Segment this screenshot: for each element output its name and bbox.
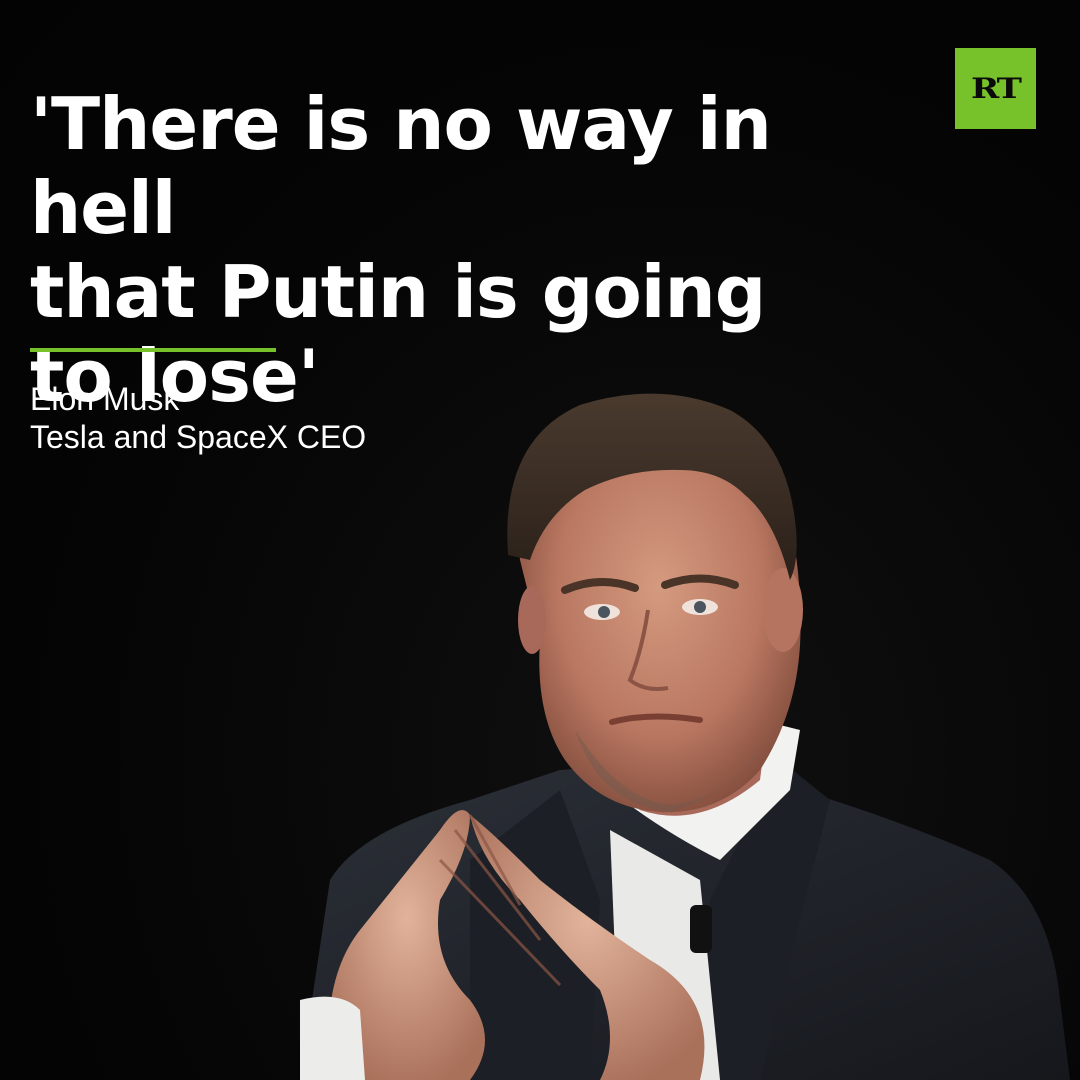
accent-divider — [30, 348, 276, 352]
quote-text: 'There is no way in hell that Putin is g… — [30, 82, 772, 418]
speaker-title: Tesla and SpaceX CEO — [30, 419, 367, 455]
quote-card: 'There is no way in hell that Putin is g… — [0, 0, 1080, 1080]
rt-logo-text: RT — [971, 72, 1022, 105]
speaker-name: Elon Musk — [30, 381, 180, 417]
attribution: Elon Musk Tesla and SpaceX CEO — [30, 380, 366, 456]
rt-logo: RT — [955, 48, 1036, 129]
